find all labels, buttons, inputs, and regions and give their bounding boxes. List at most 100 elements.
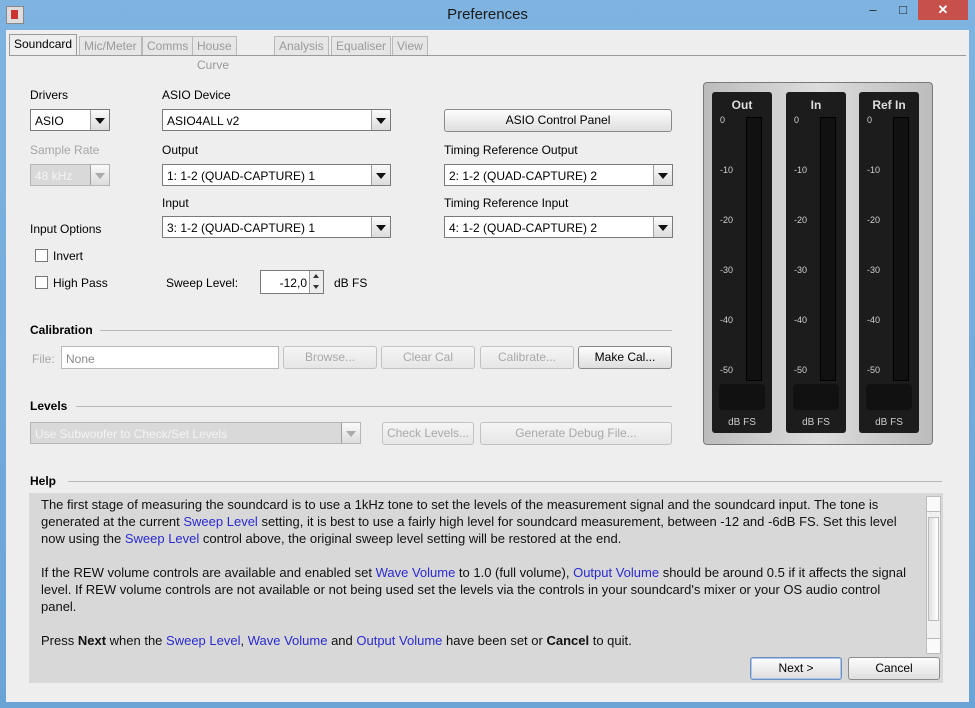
levels-combo-value: Use Subwoofer to Check/Set Levels: [35, 427, 228, 441]
check-levels-button[interactable]: Check Levels...: [382, 422, 474, 445]
output-combo[interactable]: 1: 1-2 (QUAD-CAPTURE) 1: [162, 164, 391, 186]
tick-label: -40: [867, 315, 881, 325]
tab-mic-meter[interactable]: Mic/Meter: [79, 36, 142, 56]
sweep-level-link[interactable]: Sweep Level: [125, 531, 199, 546]
peak-display: [719, 384, 765, 410]
input-value: 3: 1-2 (QUAD-CAPTURE) 1: [167, 221, 316, 235]
help-separator: [68, 481, 942, 482]
next-button[interactable]: Next >: [750, 657, 842, 680]
timing-ref-input-value: 4: 1-2 (QUAD-CAPTURE) 2: [449, 221, 598, 235]
high-pass-checkbox[interactable]: [35, 276, 48, 289]
sweep-level-link[interactable]: Sweep Level: [166, 633, 240, 648]
help-text-run: and: [327, 633, 357, 648]
tick-label: 0: [794, 115, 800, 125]
timing-ref-input-combo[interactable]: 4: 1-2 (QUAD-CAPTURE) 2: [444, 216, 673, 238]
tick-label: -50: [867, 365, 881, 375]
tick-label: -30: [720, 265, 734, 275]
sweep-level-value: -12,0: [279, 276, 307, 290]
chevron-down-icon[interactable]: [90, 110, 109, 130]
output-volume-link[interactable]: Output Volume: [573, 565, 659, 580]
tab-equaliser[interactable]: Equaliser: [331, 36, 392, 56]
make-cal-button[interactable]: Make Cal...: [578, 346, 672, 369]
tab-view[interactable]: View: [392, 36, 428, 56]
help-text-run: to quit.: [589, 633, 632, 648]
tab-comms[interactable]: Comms: [142, 36, 194, 56]
preferences-content: Soundcard Mic/Meter Comms House Curve An…: [6, 30, 969, 702]
tick-label: -30: [794, 265, 808, 275]
window-title: Preferences: [447, 6, 528, 23]
scrollbar-thumb[interactable]: [928, 517, 939, 621]
close-button[interactable]: ✕: [918, 0, 968, 20]
chevron-down-icon[interactable]: [371, 110, 390, 130]
input-combo[interactable]: 3: 1-2 (QUAD-CAPTURE) 1: [162, 216, 391, 238]
tick-label: -30: [867, 265, 881, 275]
output-value: 1: 1-2 (QUAD-CAPTURE) 1: [167, 169, 316, 183]
levels-combo[interactable]: Use Subwoofer to Check/Set Levels: [30, 422, 361, 444]
scroll-down-arrow-icon[interactable]: [927, 638, 940, 653]
help-text-run: when the: [106, 633, 167, 648]
output-volume-link[interactable]: Output Volume: [356, 633, 442, 648]
sample-rate-combo[interactable]: 48 kHz: [30, 164, 110, 186]
tick-label: -10: [720, 165, 734, 175]
tab-soundcard[interactable]: Soundcard: [9, 34, 78, 56]
meter-unit: dB FS: [728, 417, 756, 428]
chevron-down-icon[interactable]: [90, 165, 109, 185]
preferences-window: Preferences – □ ✕ Soundcard Mic/Meter Co…: [0, 0, 975, 708]
timing-ref-output-value: 2: 1-2 (QUAD-CAPTURE) 2: [449, 169, 598, 183]
tick-label: -20: [720, 215, 734, 225]
minimize-button[interactable]: –: [858, 0, 888, 20]
maximize-button[interactable]: □: [888, 0, 918, 20]
tick-label: -10: [794, 165, 808, 175]
sweep-unit-label: dB FS: [334, 276, 368, 290]
peak-display: [866, 384, 912, 410]
meter-ref-in: Ref In 0 -10 -20 -30 -40 -50 dB FS: [859, 92, 919, 433]
asio-device-value: ASIO4ALL v2: [167, 114, 240, 128]
wave-volume-link[interactable]: Wave Volume: [376, 565, 456, 580]
calibrate-button[interactable]: Calibrate...: [480, 346, 574, 369]
drivers-combo[interactable]: ASIO: [30, 109, 110, 131]
chevron-down-icon[interactable]: [653, 165, 672, 185]
clear-cal-button[interactable]: Clear Cal: [381, 346, 475, 369]
drivers-label: Drivers: [30, 88, 68, 102]
meter-unit: dB FS: [875, 417, 903, 428]
invert-label: Invert: [53, 249, 84, 263]
sweep-level-spinner[interactable]: -12,0: [260, 270, 324, 294]
scroll-up-arrow-icon[interactable]: [927, 497, 940, 512]
help-bold-cancel: Cancel: [546, 633, 590, 648]
chevron-down-icon[interactable]: [341, 423, 360, 443]
help-text-run: have been set or: [442, 633, 547, 648]
browse-button[interactable]: Browse...: [283, 346, 377, 369]
tab-analysis[interactable]: Analysis: [274, 36, 329, 56]
chevron-down-icon[interactable]: [371, 217, 390, 237]
chevron-down-icon[interactable]: [653, 217, 672, 237]
help-scrollbar[interactable]: [926, 496, 941, 654]
help-bold-next: Next: [77, 633, 107, 648]
sweep-level-link[interactable]: Sweep Level: [183, 514, 257, 529]
wave-volume-link[interactable]: Wave Volume: [248, 633, 328, 648]
timing-ref-output-combo[interactable]: 2: 1-2 (QUAD-CAPTURE) 2: [444, 164, 673, 186]
sample-rate-value: 48 kHz: [35, 169, 73, 183]
sweep-level-label: Sweep Level:: [166, 276, 239, 290]
cal-file-value: None: [66, 352, 95, 366]
asio-control-panel-button[interactable]: ASIO Control Panel: [444, 109, 672, 132]
drivers-value: ASIO: [35, 114, 64, 128]
invert-checkbox[interactable]: [35, 249, 48, 262]
cal-file-field[interactable]: None: [61, 346, 279, 369]
peak-display: [793, 384, 839, 410]
help-heading: Help: [30, 474, 57, 488]
help-text-run: to 1.0 (full volume),: [455, 565, 574, 580]
tick-label: 0: [867, 115, 873, 125]
help-text-run: control above, the original sweep level …: [199, 531, 622, 546]
tick-label: 0: [720, 115, 726, 125]
spinner-down-icon[interactable]: [309, 282, 323, 293]
meter-in: In 0 -10 -20 -30 -40 -50 dB FS: [786, 92, 846, 433]
tick-label: -40: [720, 315, 734, 325]
chevron-down-icon[interactable]: [371, 165, 390, 185]
meter-bar: [746, 117, 762, 381]
generate-debug-file-button[interactable]: Generate Debug File...: [480, 422, 672, 445]
title-bar[interactable]: Preferences – □ ✕: [0, 0, 975, 30]
help-paragraph: If the REW volume controls are available…: [41, 564, 911, 615]
tab-house-curve[interactable]: House Curve: [192, 36, 237, 72]
asio-device-combo[interactable]: ASIO4ALL v2: [162, 109, 391, 131]
cancel-button[interactable]: Cancel: [848, 657, 940, 680]
